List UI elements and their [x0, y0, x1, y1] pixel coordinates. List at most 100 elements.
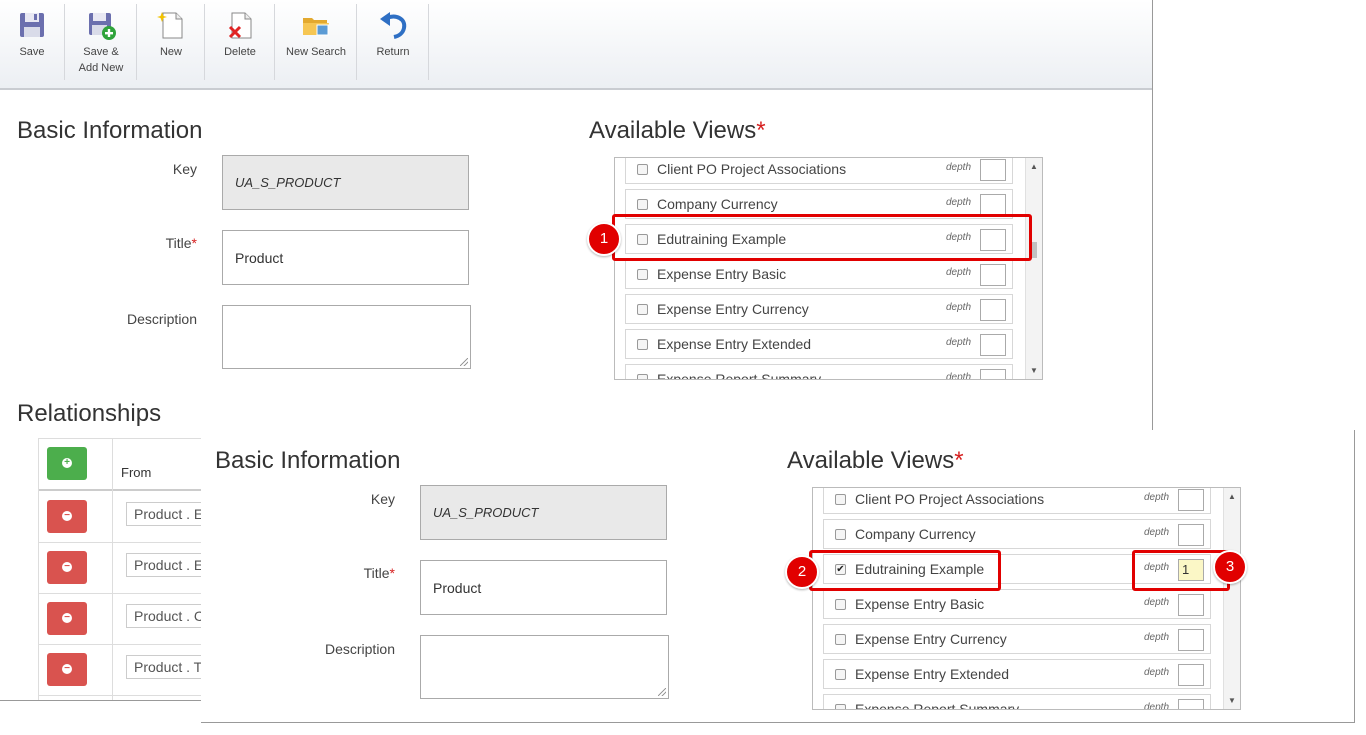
depth-input[interactable] — [1178, 489, 1204, 511]
view-checkbox[interactable] — [835, 494, 846, 505]
title-value: Product — [433, 579, 482, 596]
return-label: Return — [376, 46, 410, 58]
view-item-expense-entry-currency[interactable]: Expense Entry Currency depth — [625, 294, 1013, 324]
scroll-down-icon[interactable]: ▼ — [1030, 366, 1038, 375]
view-item-company-currency[interactable]: Company Currency depth — [823, 519, 1211, 549]
key-value: UA_S_PRODUCT — [433, 505, 539, 520]
plus-icon: + — [62, 458, 72, 468]
title-input[interactable]: Product — [420, 560, 667, 615]
relationships-table: + From − Product . E − Product . E − Pro… — [38, 438, 216, 700]
view-checkbox[interactable] — [835, 669, 846, 680]
depth-label: depth — [1144, 597, 1170, 608]
basic-information-heading: Basic Information — [17, 117, 203, 144]
remove-relationship-button[interactable]: − — [47, 653, 87, 686]
title-input[interactable]: Product — [222, 230, 469, 285]
undo-arrow-icon — [380, 12, 407, 39]
available-views-heading: Available Views* — [589, 117, 766, 145]
scroll-up-icon[interactable]: ▲ — [1030, 162, 1038, 171]
view-checkbox[interactable] — [835, 704, 846, 709]
description-textarea[interactable] — [420, 635, 669, 699]
depth-input[interactable] — [980, 334, 1006, 356]
save-label: Save — [19, 46, 45, 58]
depth-input[interactable] — [980, 299, 1006, 321]
table-row: − Product . C — [39, 593, 216, 645]
delete-label: Delete — [224, 46, 256, 58]
view-checkbox[interactable] — [637, 164, 648, 175]
resize-handle[interactable] — [460, 358, 468, 366]
scrollbar[interactable]: ▲ ▼ — [1025, 158, 1042, 379]
folder-search-icon — [303, 18, 329, 36]
view-name: Company Currency — [657, 196, 778, 212]
available-views-list[interactable]: Client PO Project Associations depth Comp… — [812, 487, 1241, 710]
view-item-expense-report-summary[interactable]: Expense Report Summary depth — [823, 694, 1211, 709]
depth-input[interactable] — [980, 159, 1006, 181]
view-item-client-po[interactable]: Client PO Project Associations depth — [823, 488, 1211, 514]
view-item-expense-entry-basic[interactable]: Expense Entry Basic depth — [625, 259, 1013, 289]
view-item-expense-entry-extended[interactable]: Expense Entry Extended depth — [823, 659, 1211, 689]
description-textarea[interactable] — [222, 305, 471, 369]
delete-button[interactable]: Delete — [206, 4, 275, 80]
key-label: Key — [370, 491, 395, 507]
view-item-expense-entry-basic[interactable]: Expense Entry Basic depth — [823, 589, 1211, 619]
depth-input[interactable] — [1178, 699, 1204, 709]
depth-label: depth — [946, 337, 972, 348]
view-checkbox[interactable] — [637, 374, 648, 379]
view-checkbox[interactable] — [637, 304, 648, 315]
return-button[interactable]: Return — [358, 4, 429, 80]
table-row: − Product . E — [39, 542, 216, 594]
depth-input[interactable] — [980, 264, 1006, 286]
depth-label: depth — [946, 267, 972, 278]
view-name: Expense Entry Extended — [657, 336, 812, 352]
depth-input[interactable] — [1178, 524, 1204, 546]
remove-relationship-button[interactable]: − — [47, 500, 87, 533]
depth-label: depth — [1144, 632, 1170, 643]
scroll-down-icon[interactable]: ▼ — [1228, 696, 1236, 705]
view-checkbox[interactable] — [637, 339, 648, 350]
depth-input[interactable] — [1178, 594, 1204, 616]
depth-label: depth — [946, 372, 972, 380]
available-views-title: Available Views — [589, 117, 757, 144]
basic-information-heading: Basic Information — [215, 447, 401, 474]
new-search-button[interactable]: New Search — [276, 4, 357, 80]
save-add-new-button[interactable]: Save & Add New — [66, 4, 137, 80]
view-item-expense-report-summary[interactable]: Expense Report Summary depth — [625, 364, 1013, 380]
description-label: Description — [126, 311, 197, 327]
floppy-disk-icon — [20, 13, 44, 37]
view-checkbox[interactable] — [835, 529, 846, 540]
available-views-title: Available Views — [787, 447, 955, 474]
view-item-expense-entry-currency[interactable]: Expense Entry Currency depth — [823, 624, 1211, 654]
relationships-heading: Relationships — [17, 400, 162, 427]
available-views-list[interactable]: Client PO Project Associations depth Comp… — [614, 157, 1043, 380]
remove-relationship-button[interactable]: − — [47, 551, 87, 584]
new-button[interactable]: New — [138, 4, 205, 80]
depth-input[interactable] — [980, 194, 1006, 216]
save-add-new-label-2: Add New — [78, 62, 124, 74]
view-item-client-po[interactable]: Client PO Project Associations depth — [625, 158, 1013, 184]
key-value: UA_S_PRODUCT — [235, 175, 341, 190]
minus-icon: − — [62, 562, 72, 572]
title-label: Title* — [298, 565, 395, 581]
key-field: UA_S_PRODUCT — [222, 155, 469, 210]
scroll-up-icon[interactable]: ▲ — [1228, 492, 1236, 501]
step-badge-2: 2 — [785, 555, 819, 589]
required-star: * — [954, 447, 964, 474]
view-name: Expense Entry Currency — [657, 301, 809, 317]
depth-input[interactable] — [1178, 664, 1204, 686]
scrollbar[interactable]: ▲ ▼ — [1223, 488, 1240, 709]
depth-input[interactable] — [1178, 629, 1204, 651]
view-checkbox[interactable] — [637, 269, 648, 280]
remove-relationship-button[interactable]: − — [47, 602, 87, 635]
view-checkbox[interactable] — [835, 599, 846, 610]
depth-input[interactable] — [980, 369, 1006, 379]
add-relationship-button[interactable]: + — [47, 447, 87, 480]
minus-icon: − — [62, 664, 72, 674]
depth-label: depth — [1144, 667, 1170, 678]
view-checkbox[interactable] — [835, 634, 846, 645]
depth-label: depth — [1144, 492, 1170, 503]
resize-handle[interactable] — [658, 688, 666, 696]
save-button[interactable]: Save — [0, 4, 65, 80]
view-checkbox[interactable] — [637, 199, 648, 210]
title-label-text: Title — [165, 235, 192, 251]
new-search-label: New Search — [286, 46, 346, 58]
view-item-expense-entry-extended[interactable]: Expense Entry Extended depth — [625, 329, 1013, 359]
